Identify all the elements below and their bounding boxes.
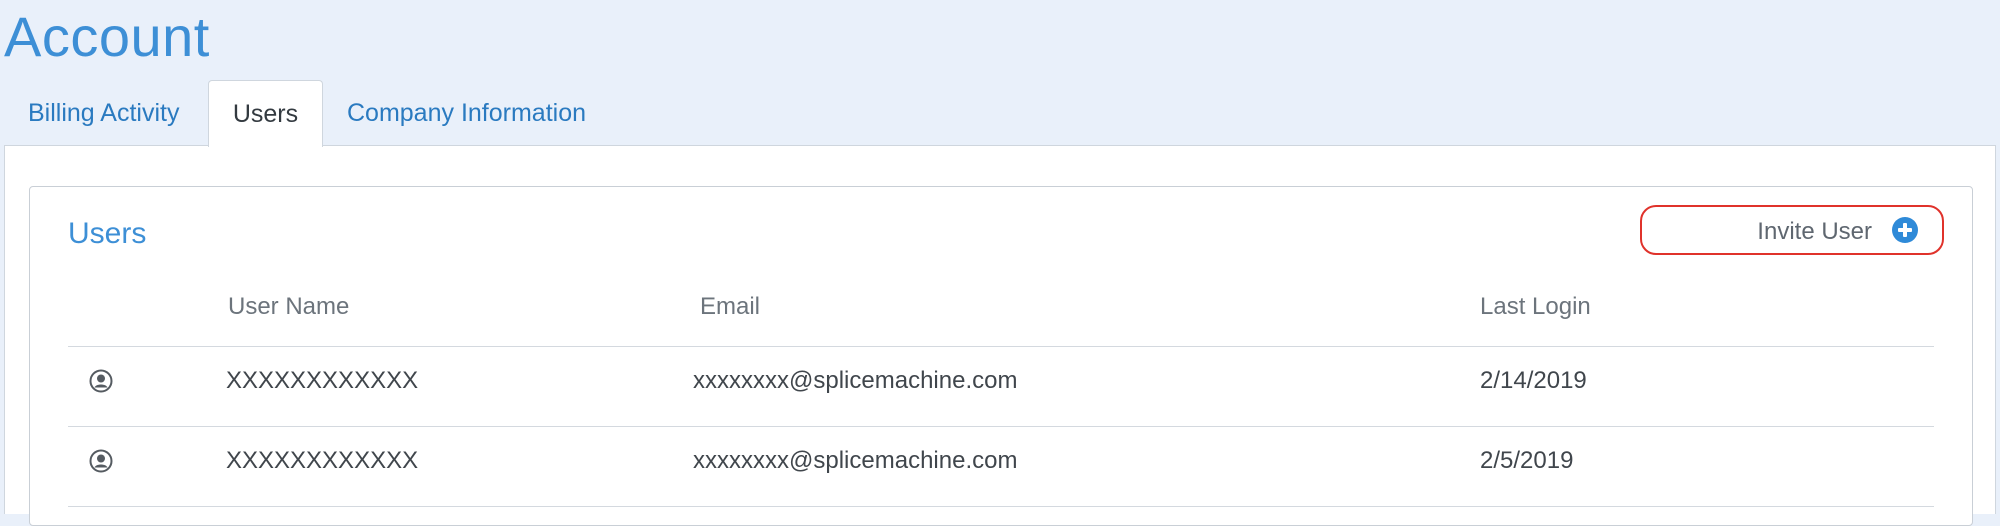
account-tabs: Billing Activity Users Company Informati…	[4, 80, 1998, 147]
user-circle-icon	[89, 449, 113, 473]
tab-content: Users Invite User User Name Email Last L…	[4, 145, 1996, 526]
plus-circle-icon	[1892, 217, 1918, 243]
user-name-cell: XXXXXXXXXXXX	[226, 447, 419, 474]
row-divider	[68, 506, 1934, 507]
tab-company-information[interactable]: Company Information	[347, 80, 586, 146]
column-header-user-name[interactable]: User Name	[228, 293, 349, 321]
user-name-cell: XXXXXXXXXXXX	[226, 367, 419, 394]
tab-users[interactable]: Users	[208, 80, 323, 147]
row-divider	[68, 426, 1934, 427]
last-login-cell: 2/5/2019	[1480, 447, 1574, 474]
users-panel: Users Invite User User Name Email Last L…	[29, 186, 1973, 526]
invite-user-label: Invite User	[1757, 218, 1872, 245]
page-title: Account	[4, 5, 210, 68]
header-divider	[68, 346, 1934, 347]
column-header-email[interactable]: Email	[700, 293, 760, 321]
invite-user-button[interactable]: Invite User	[1640, 205, 1944, 255]
last-login-cell: 2/14/2019	[1480, 367, 1587, 394]
panel-title: Users	[68, 217, 147, 250]
email-cell: xxxxxxxx@splicemachine.com	[693, 447, 1018, 474]
tab-billing-activity[interactable]: Billing Activity	[28, 80, 179, 146]
column-header-last-login[interactable]: Last Login	[1480, 293, 1591, 321]
email-cell: xxxxxxxx@splicemachine.com	[693, 367, 1018, 394]
user-circle-icon	[89, 369, 113, 393]
